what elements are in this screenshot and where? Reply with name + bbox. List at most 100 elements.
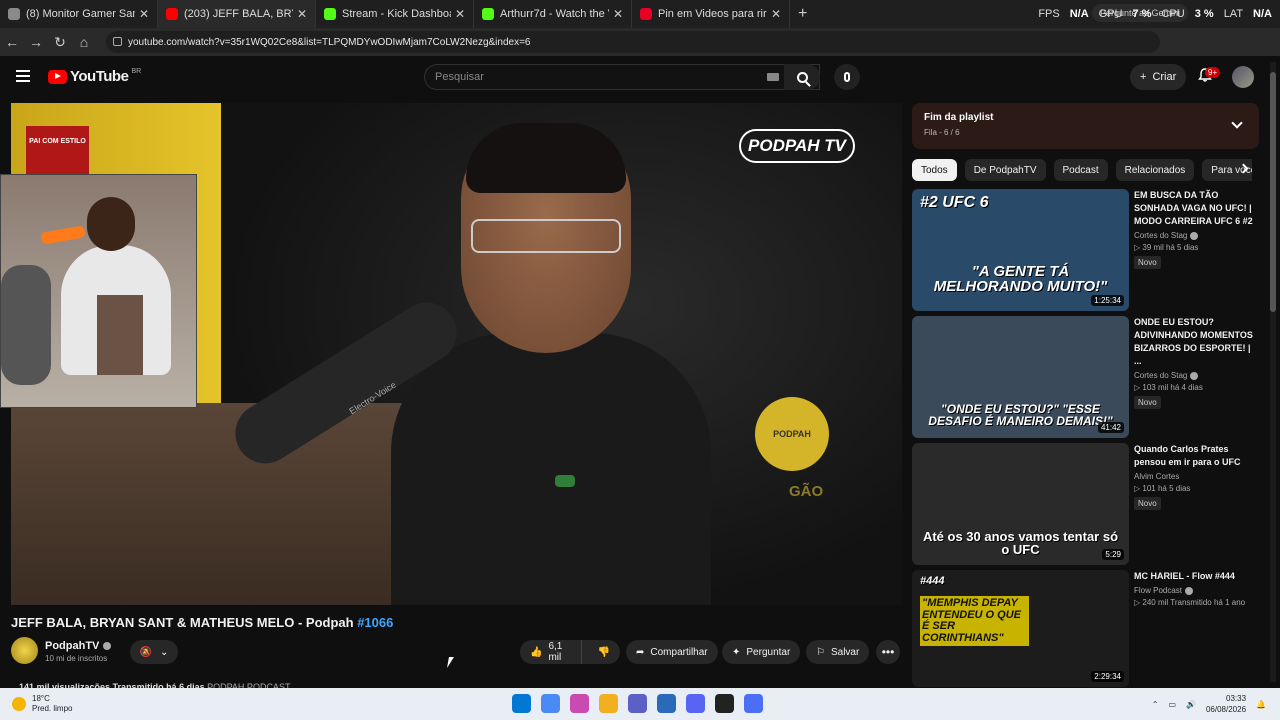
chip-podcast[interactable]: Podcast	[1053, 159, 1108, 181]
browser-tab[interactable]: Stream - Kick Dashboard ✕	[316, 0, 474, 28]
recommendation-channel[interactable]: Cortes do Stag	[1134, 231, 1258, 240]
browser-tab[interactable]: Pin em Videos para rir muito ✕	[632, 0, 790, 28]
perf-overlay: FPS N/A GPU 7 % CPU 3 % LAT N/A	[1038, 0, 1272, 28]
system-tray: ⌃ ▭ 🔊 03:33 06/08/2026 🔔	[1152, 693, 1266, 715]
account-avatar[interactable]	[1232, 66, 1254, 88]
teams-icon[interactable]	[628, 694, 647, 713]
scrollbar-thumb[interactable]	[1270, 72, 1276, 312]
new-badge: Novo	[1134, 256, 1161, 269]
store-icon[interactable]	[657, 694, 676, 713]
recommendation-card[interactable]: "ONDE EU ESTOU?" "ESSE DESAFIO É MANEIRO…	[912, 316, 1260, 438]
recommendation-title[interactable]: EM BUSCA DA TÃO SONHADA VAGA NO UFC! | M…	[1134, 189, 1258, 228]
tab-close-icon[interactable]: ✕	[771, 7, 781, 21]
share-icon: ➦	[636, 646, 645, 658]
video-thumbnail[interactable]: #2 UFC 6 "A GENTE TÁ MELHORANDO MUITO!" …	[912, 189, 1129, 311]
tray-chevron-icon[interactable]: ⌃	[1152, 700, 1159, 709]
address-toolbar: ← → ↻ ⌂ youtube.com/watch?v=35r1WQ02Ce8&…	[0, 28, 1280, 78]
overlay-person-head	[87, 197, 135, 251]
recommendation-card[interactable]: #444 "MEMPHIS DEPAY ENTENDEU O QUE É SER…	[912, 570, 1260, 687]
video-thumbnail[interactable]: #444 "MEMPHIS DEPAY ENTENDEU O QUE É SER…	[912, 570, 1129, 687]
discord-icon[interactable]	[686, 694, 705, 713]
tab-close-icon[interactable]: ✕	[613, 7, 623, 21]
recommendation-stats-text: 240 mil Transmitido há 1 ano	[1142, 598, 1246, 607]
menu-icon[interactable]	[16, 70, 30, 82]
recommendation-channel[interactable]: Flow Podcast	[1134, 586, 1258, 595]
site-info-icon[interactable]	[113, 37, 122, 46]
country-code: BR	[131, 68, 142, 75]
save-button[interactable]: ⚐ Salvar	[806, 640, 870, 664]
page-scrollbar[interactable]	[1270, 62, 1276, 682]
chip-from-channel[interactable]: De PodpahTV	[964, 159, 1046, 181]
chip-all[interactable]: Todos	[912, 159, 957, 181]
obs-icon[interactable]	[715, 694, 734, 713]
share-button[interactable]: ➦ Compartilhar	[626, 640, 718, 664]
recommendation-channel[interactable]: Alvim Cortes	[1134, 472, 1258, 481]
video-hashtag[interactable]: #1066	[357, 615, 393, 630]
podpah-round-logo: PODPAH	[755, 397, 829, 471]
voice-search-button[interactable]	[834, 64, 860, 90]
url-bar[interactable]: youtube.com/watch?v=35r1WQ02Ce8&list=TLP…	[106, 31, 1160, 53]
reload-icon[interactable]: ↻	[48, 34, 72, 51]
clock[interactable]: 03:33 06/08/2026	[1206, 693, 1246, 715]
recommendation-title[interactable]: Quando Carlos Prates pensou em ir para o…	[1134, 443, 1258, 469]
file-explorer-icon[interactable]	[599, 694, 618, 713]
home-icon[interactable]: ⌂	[72, 34, 96, 50]
weather-widget[interactable]: 18°C Pred. limpo	[12, 694, 72, 714]
subscription-bell-button[interactable]: 🔕 ⌄	[130, 640, 178, 664]
tab-close-icon[interactable]: ✕	[139, 7, 149, 21]
verified-icon	[1190, 371, 1199, 380]
more-actions-button[interactable]: •••	[876, 640, 900, 664]
notifications-icon[interactable]: 🔔	[1256, 700, 1266, 709]
duration-badge: 1:25:34	[1091, 295, 1124, 306]
volume-icon[interactable]: 🔊	[1186, 700, 1196, 709]
chevron-down-icon[interactable]	[1231, 117, 1243, 129]
recommendation-meta: Quando Carlos Prates pensou em ir para o…	[1134, 443, 1258, 511]
youtube-logo[interactable]: YouTube BR	[48, 68, 141, 85]
tab-title: Pin em Videos para rir muito	[658, 8, 767, 20]
channel-avatar[interactable]	[11, 637, 38, 664]
like-button[interactable]: 👍 6,1 mil	[520, 640, 582, 664]
windows-start-icon[interactable]	[512, 694, 531, 713]
network-icon[interactable]: ▭	[1168, 700, 1176, 709]
browser-tab-bar: (8) Monitor Gamer Samsung O ✕ (203) JEFF…	[0, 0, 1280, 28]
ask-button[interactable]: ✦ Perguntar	[722, 640, 801, 664]
playlist-title: Fim da playlist	[924, 112, 994, 123]
back-icon[interactable]: ←	[0, 34, 24, 50]
weather-text: 18°C Pred. limpo	[32, 694, 72, 714]
chrome-icon[interactable]	[541, 694, 560, 713]
recommendation-title[interactable]: ONDE EU ESTOU? ADIVINHANDO MOMENTOS BIZA…	[1134, 316, 1258, 368]
search-input[interactable]: Pesquisar	[424, 64, 820, 90]
weather-condition: Pred. limpo	[32, 704, 73, 713]
sparkle-icon: ✦	[732, 646, 741, 658]
url-text: youtube.com/watch?v=35r1WQ02Ce8&list=TLP…	[128, 36, 531, 48]
recommendation-card[interactable]: Até os 30 anos vamos tentar só o UFC 5:2…	[912, 443, 1260, 565]
notification-badge: 9+	[1205, 67, 1221, 78]
playlist-panel[interactable]: Fim da playlist Fila - 6 / 6	[912, 103, 1259, 149]
edge-icon[interactable]	[744, 694, 763, 713]
recommendation-channel-text: Flow Podcast	[1134, 586, 1183, 595]
new-tab-button[interactable]: +	[798, 5, 807, 23]
browser-tab-active[interactable]: (203) JEFF BALA, BRYAN SA ✕	[158, 0, 316, 28]
recommendation-card[interactable]: #2 UFC 6 "A GENTE TÁ MELHORANDO MUITO!" …	[912, 189, 1260, 311]
tab-close-icon[interactable]: ✕	[455, 7, 465, 21]
tab-close-icon[interactable]: ✕	[297, 7, 307, 21]
keyboard-icon[interactable]	[767, 73, 779, 81]
duration-badge: 41:42	[1097, 422, 1124, 433]
copilot-icon[interactable]	[570, 694, 589, 713]
dislike-button[interactable]: 👎	[588, 640, 620, 664]
recommendation-title[interactable]: MC HARIEL - Flow #444	[1134, 570, 1258, 583]
temperature: 18°C	[32, 694, 50, 703]
search-button[interactable]	[784, 64, 820, 90]
recommendation-channel[interactable]: Cortes do Stag	[1134, 371, 1258, 380]
browser-tab[interactable]: (8) Monitor Gamer Samsung O ✕	[0, 0, 158, 28]
chip-related[interactable]: Relacionados	[1115, 159, 1195, 181]
video-thumbnail[interactable]: Até os 30 anos vamos tentar só o UFC 5:2…	[912, 443, 1129, 565]
channel-name[interactable]: PodpahTV	[45, 640, 112, 652]
forward-icon[interactable]: →	[24, 34, 48, 50]
recommendation-stats-text: 103 mil há 4 dias	[1142, 383, 1203, 392]
sun-icon	[12, 697, 26, 711]
video-thumbnail[interactable]: "ONDE EU ESTOU?" "ESSE DESAFIO É MANEIRO…	[912, 316, 1129, 438]
create-button[interactable]: + Criar	[1130, 64, 1187, 90]
thumbnail-caption: "ONDE EU ESTOU?" "ESSE DESAFIO É MANEIRO…	[928, 401, 1113, 429]
browser-tab[interactable]: Arthurr7d - Watch the VOD on ✕	[474, 0, 632, 28]
